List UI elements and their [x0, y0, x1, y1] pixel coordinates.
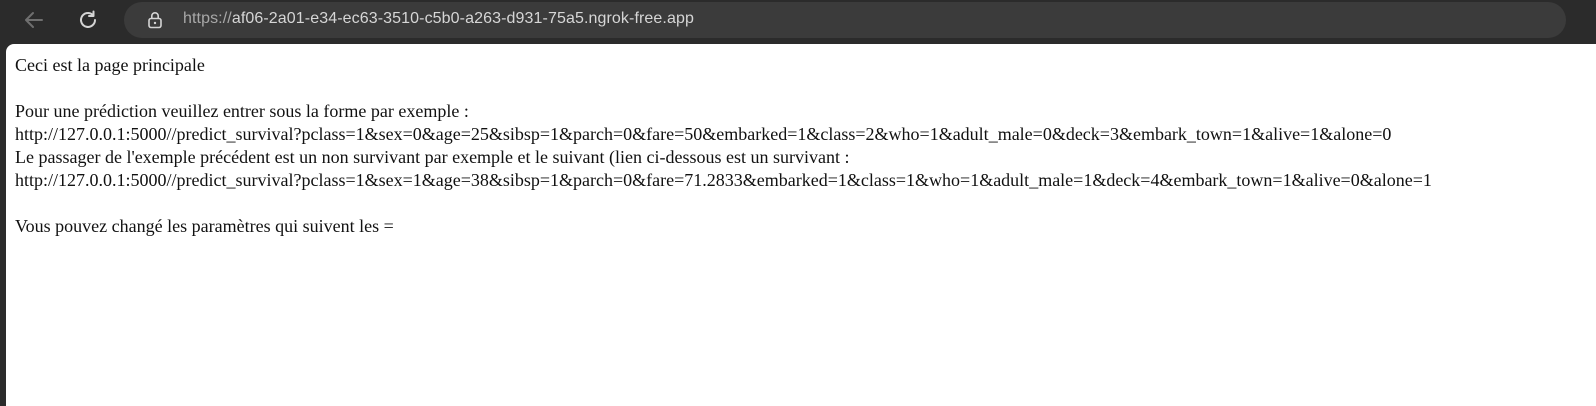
instruction-text: Pour une prédiction veuillez entrer sous…: [15, 101, 469, 121]
line-break: [15, 77, 1432, 100]
back-button[interactable]: [18, 4, 50, 36]
reload-icon: [80, 10, 96, 28]
example-url-2: http://127.0.0.1:5000//predict_survival?…: [15, 170, 1432, 190]
address-bar[interactable]: https://af06-2a01-e34-ec63-3510-c5b0-a26…: [124, 2, 1566, 38]
url-protocol: https://: [183, 10, 232, 27]
example-url-1: http://127.0.0.1:5000//predict_survival?…: [15, 124, 1392, 144]
page-content-area: Ceci est la page principale Pour une pré…: [6, 44, 1596, 406]
reload-button[interactable]: [72, 4, 104, 36]
url-host: af06-2a01-e34-ec63-3510-c5b0-a263-d931-7…: [231, 10, 694, 27]
back-arrow-icon: [25, 12, 43, 28]
browser-toolbar: https://af06-2a01-e34-ec63-3510-c5b0-a26…: [0, 0, 1596, 40]
footer-note: Vous pouvez changé les paramètres qui su…: [15, 216, 394, 236]
page-body: Ceci est la page principale Pour une pré…: [15, 54, 1432, 238]
page-title: Ceci est la page principale: [15, 55, 205, 75]
url-text[interactable]: https://af06-2a01-e34-ec63-3510-c5b0-a26…: [183, 10, 694, 28]
explanation-text: Le passager de l'exemple précédent est u…: [15, 147, 850, 167]
line-break: [15, 192, 1432, 215]
lock-icon[interactable]: [146, 11, 164, 29]
